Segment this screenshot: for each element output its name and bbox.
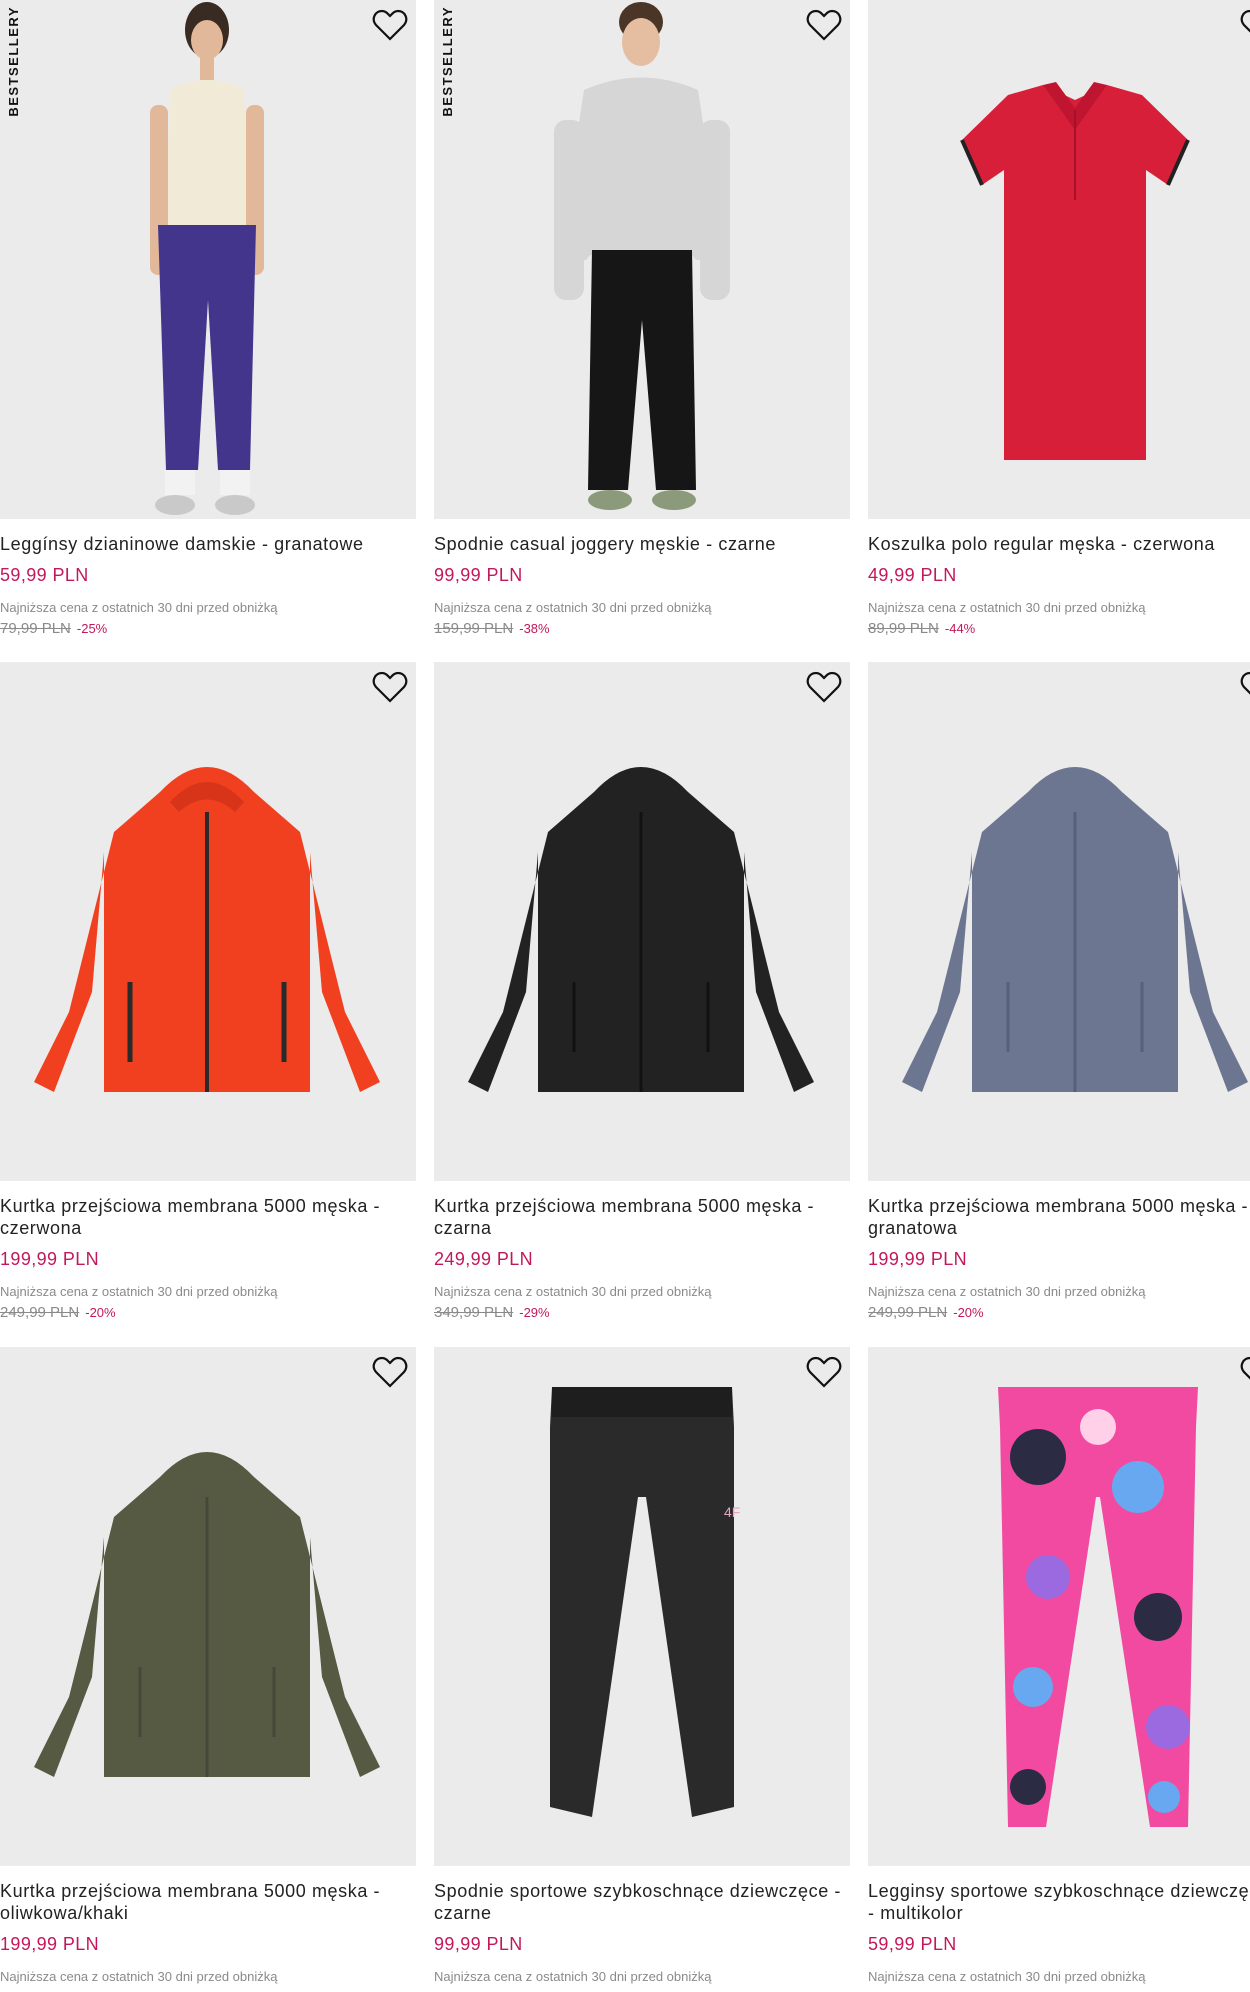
product-card[interactable]: 4F Spodnie sportowe szybkoschnące dziewc… [434,1347,850,1984]
heart-icon[interactable] [806,8,842,42]
lowest-price-note: Najniższa cena z ostatnich 30 dni przed … [868,1969,1146,1984]
product-image[interactable] [434,662,850,1181]
product-image[interactable] [0,662,416,1181]
lowest-price-note: Najniższa cena z ostatnich 30 dni przed … [0,600,278,615]
lowest-price-note: Najniższa cena z ostatnich 30 dni przed … [868,1284,1146,1299]
man-joggers-photo [554,2,730,510]
discount-badge: -44% [944,621,976,636]
black-sweatpants: 4F [550,1387,740,1817]
heart-icon[interactable] [1240,8,1250,42]
old-price-row: 89,99 PLN -44% [868,620,975,637]
old-price: 89,99 PLN [868,620,939,637]
lowest-price-note: Najniższa cena z ostatnich 30 dni przed … [434,1969,712,1984]
product-image[interactable] [868,0,1250,519]
product-image[interactable]: BESTSELLERY [0,0,416,519]
product-price: 199,99 PLN [0,1249,100,1269]
product-name[interactable]: Spodnie casual joggery męskie - czarne [434,533,844,555]
product-image[interactable] [868,1347,1250,1866]
product-name[interactable]: Kurtka przejściowa membrana 5000 męska -… [868,1195,1250,1239]
old-price: 349,99 PLN [434,1304,514,1321]
discount-badge: -38% [519,621,550,636]
product-price: 99,99 PLN [434,565,523,585]
product-name[interactable]: Leggínsy dzianinowe damskie - granatowe [0,533,410,555]
black-jacket [468,767,814,1092]
product-price: 199,99 PLN [0,1934,100,1954]
khaki-jacket [34,1452,380,1777]
old-price-row: 249,99 PLN -20% [0,1304,116,1321]
product-name[interactable]: Spodnie sportowe szybkoschnące dziewczęc… [434,1880,844,1924]
lowest-price-note: Najniższa cena z ostatnich 30 dni przed … [868,600,1146,615]
product-image[interactable] [868,662,1250,1181]
old-price: 249,99 PLN [0,1304,80,1321]
lowest-price-note: Najniższa cena z ostatnich 30 dni przed … [434,1284,712,1299]
bestseller-badge: BESTSELLERY [6,6,21,117]
product-card[interactable]: Kurtka przejściowa membrana 5000 męska -… [0,1347,416,1984]
discount-badge: -25% [76,621,108,636]
lowest-price-note: Najniższa cena z ostatnich 30 dni przed … [0,1284,278,1299]
brand-logo: 4F [724,1504,740,1520]
bestseller-badge: BESTSELLERY [440,6,455,117]
product-price: 99,99 PLN [434,1934,523,1954]
lowest-price-note: Najniższa cena z ostatnich 30 dni przed … [434,600,712,615]
pink-pattern-leggings [998,1387,1198,1827]
heart-icon[interactable] [1240,1355,1250,1389]
old-price: 79,99 PLN [0,620,71,637]
discount-badge: -29% [519,1305,550,1320]
lowest-price-note: Najniższa cena z ostatnich 30 dni przed … [0,1969,278,1984]
red-polo-shirt [960,82,1190,460]
old-price-row: 159,99 PLN -38% [434,620,550,637]
discount-badge: -20% [953,1305,984,1320]
product-card[interactable]: Kurtka przejściowa membrana 5000 męska -… [868,662,1250,1321]
product-name[interactable]: Kurtka przejściowa membrana 5000 męska -… [0,1195,410,1239]
product-price: 199,99 PLN [868,1249,968,1269]
heart-icon[interactable] [372,8,408,42]
product-price: 59,99 PLN [0,565,89,585]
product-price: 249,99 PLN [434,1249,534,1269]
product-name[interactable]: Kurtka przejściowa membrana 5000 męska -… [434,1195,844,1239]
grey-blue-jacket [902,767,1248,1092]
discount-badge: -20% [85,1305,116,1320]
product-price: 49,99 PLN [868,565,957,585]
old-price-row: 79,99 PLN -25% [0,620,107,637]
product-card[interactable]: Kurtka przejściowa membrana 5000 męska -… [434,662,850,1321]
old-price-row: 349,99 PLN -29% [434,1304,550,1321]
product-card[interactable]: BESTSELLERY Spodnie casual joggery męski… [434,0,850,637]
product-card[interactable]: BESTSELLERY Leggínsy dzianinowe damskie … [0,0,416,637]
product-image[interactable]: 4F [434,1347,850,1866]
product-price: 59,99 PLN [868,1934,957,1954]
heart-icon[interactable] [806,1355,842,1389]
product-name[interactable]: Kurtka przejściowa membrana 5000 męska -… [0,1880,410,1924]
red-jacket [34,767,380,1092]
old-price: 249,99 PLN [868,1304,948,1321]
product-card[interactable]: Legginsy sportowe szybkoschnące dziewczę… [868,1347,1250,1984]
heart-icon[interactable] [1240,670,1250,704]
old-price-row: 249,99 PLN -20% [868,1304,984,1321]
heart-icon[interactable] [806,670,842,704]
product-image[interactable] [0,1347,416,1866]
product-name[interactable]: Koszulka polo regular męska - czerwona [868,533,1250,555]
woman-leggings-photo [150,2,264,515]
product-image[interactable]: BESTSELLERY [434,0,850,519]
heart-icon[interactable] [372,1355,408,1389]
heart-icon[interactable] [372,670,408,704]
product-card[interactable]: Kurtka przejściowa membrana 5000 męska -… [0,662,416,1321]
product-name[interactable]: Legginsy sportowe szybkoschnące dziewczę… [868,1880,1250,1924]
product-card[interactable]: Koszulka polo regular męska - czerwona 4… [868,0,1250,637]
old-price: 159,99 PLN [434,620,514,637]
